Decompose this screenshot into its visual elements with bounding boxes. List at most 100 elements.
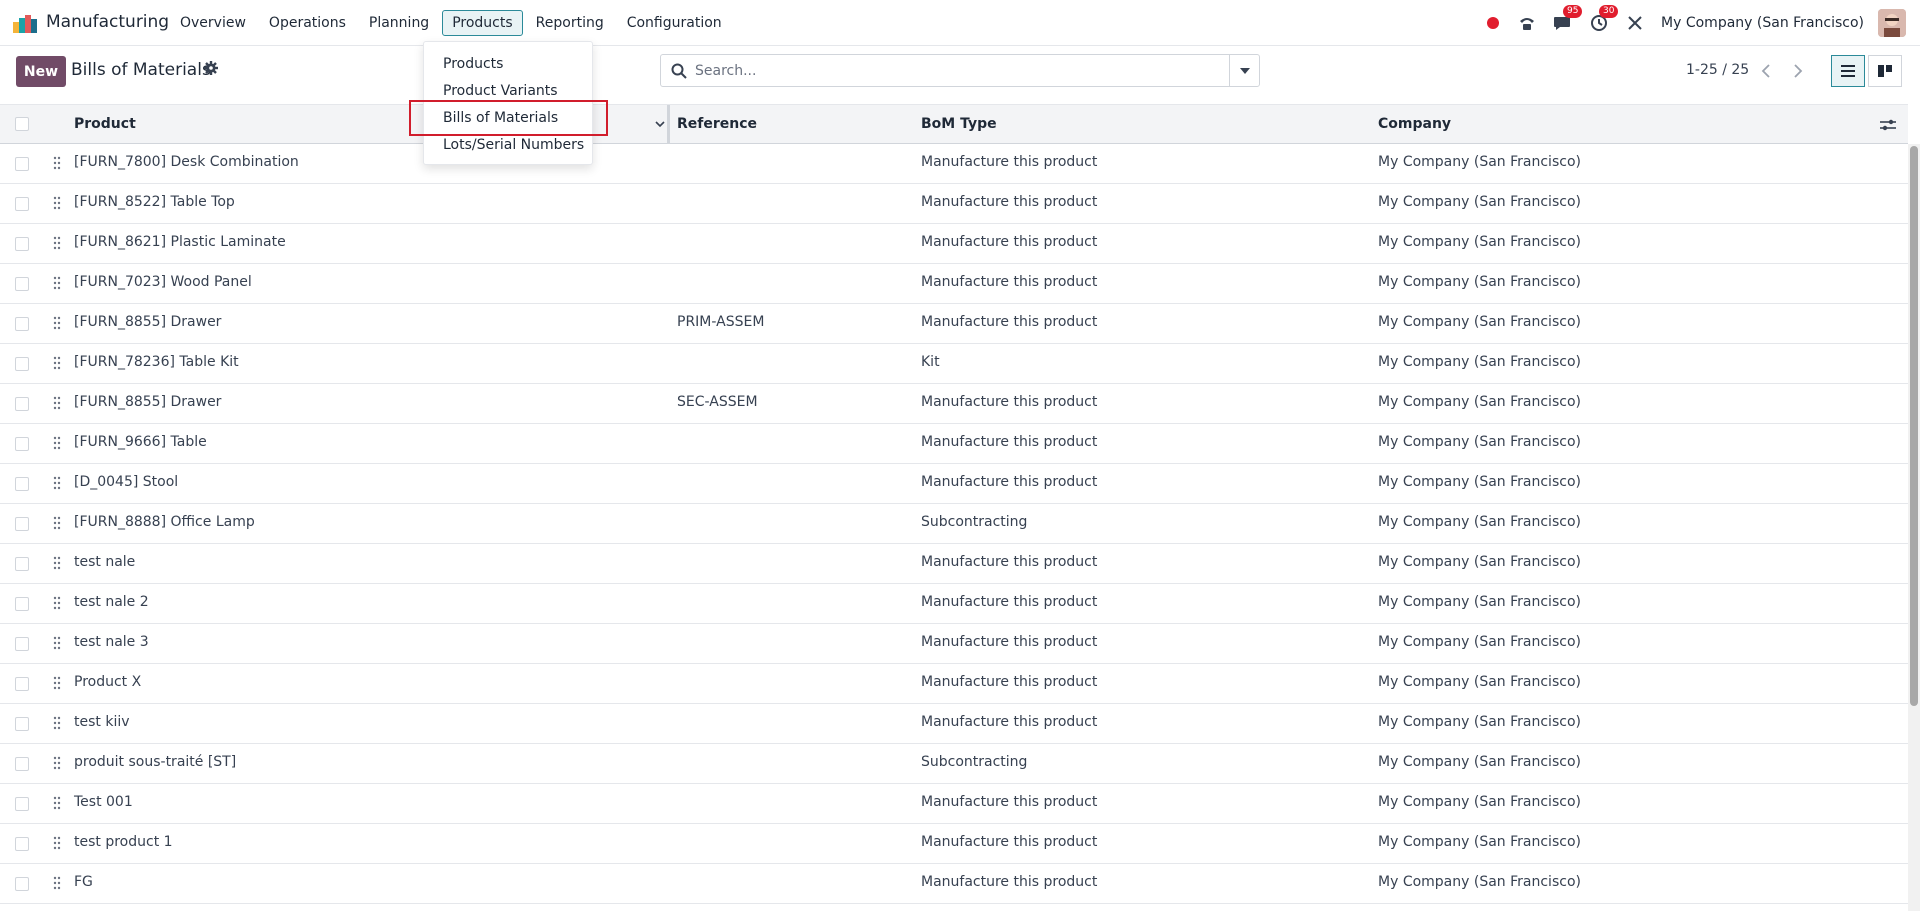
row-checkbox[interactable]	[15, 797, 29, 811]
activities-clock-icon[interactable]: 30	[1589, 5, 1619, 33]
table-row[interactable]: Product X Manufacture this product My Comp…	[0, 664, 1908, 704]
row-checkbox[interactable]	[15, 517, 29, 531]
drag-handle-icon[interactable]	[52, 836, 62, 850]
table-row[interactable]: Test 001 Manufacture this product My Compa…	[0, 784, 1908, 824]
table-row[interactable]: test product 1 Manufacture this product My…	[0, 824, 1908, 864]
drag-handle-icon[interactable]	[52, 436, 62, 450]
drag-handle-icon[interactable]	[52, 676, 62, 690]
drag-handle-icon[interactable]	[52, 596, 62, 610]
row-checkbox[interactable]	[15, 597, 29, 611]
new-button[interactable]: New	[16, 56, 66, 87]
column-header-product[interactable]: Product	[74, 116, 136, 132]
menu-overview[interactable]: Overview	[170, 10, 256, 36]
manufacturing-app-icon[interactable]	[12, 12, 38, 34]
column-resize-handle[interactable]	[667, 105, 670, 145]
pager-value[interactable]: 1-25 / 25	[1686, 62, 1749, 78]
drag-handle-icon[interactable]	[52, 196, 62, 210]
drag-handle-icon[interactable]	[52, 396, 62, 410]
table-row[interactable]: test kiiv Manufacture this product My Comp…	[0, 704, 1908, 744]
column-header-bom-type[interactable]: BoM Type	[921, 116, 997, 132]
column-header-company[interactable]: Company	[1378, 116, 1451, 132]
row-checkbox[interactable]	[15, 397, 29, 411]
drag-handle-icon[interactable]	[52, 236, 62, 250]
table-row[interactable]: [D_0045] Stool Manufacture this product My…	[0, 464, 1908, 504]
table-row[interactable]: test nale 2 Manufacture this product My Co…	[0, 584, 1908, 624]
select-all-checkbox[interactable]	[15, 117, 29, 131]
table-row[interactable]: test nale 3 Manufacture this product My Co…	[0, 624, 1908, 664]
table-row[interactable]: [FURN_78236] Table Kit Kit My Company (San…	[0, 344, 1908, 384]
row-checkbox[interactable]	[15, 477, 29, 491]
row-checkbox[interactable]	[15, 197, 29, 211]
row-checkbox[interactable]	[15, 837, 29, 851]
recording-indicator-icon[interactable]	[1487, 17, 1500, 29]
cell-company: My Company (San Francisco)	[1378, 194, 1581, 210]
pager-next-button[interactable]	[1783, 56, 1813, 86]
table-row[interactable]: test nale Manufacture this product My Comp…	[0, 544, 1908, 584]
vertical-scrollbar[interactable]	[1908, 144, 1920, 911]
cell-bom-type: Manufacture this product	[921, 194, 1098, 210]
menu-products[interactable]: Products	[442, 10, 523, 36]
table-row[interactable]: [FURN_8855] Drawer SEC-ASSEM Manufacture t…	[0, 384, 1908, 424]
user-avatar[interactable]	[1878, 9, 1906, 37]
column-header-reference[interactable]: Reference	[677, 116, 757, 132]
row-checkbox[interactable]	[15, 277, 29, 291]
dropdown-item-products[interactable]: Products	[424, 50, 592, 77]
row-checkbox[interactable]	[15, 877, 29, 891]
cell-product: produit sous-traité [ST]	[74, 754, 237, 770]
phone-icon[interactable]	[1517, 13, 1537, 33]
drag-handle-icon[interactable]	[52, 756, 62, 770]
cell-company: My Company (San Francisco)	[1378, 514, 1581, 530]
optional-columns-icon[interactable]	[1880, 118, 1896, 132]
drag-handle-icon[interactable]	[52, 716, 62, 730]
kanban-view-button[interactable]	[1868, 55, 1902, 87]
table-row[interactable]: [FURN_7023] Wood Panel Manufacture this p…	[0, 264, 1908, 304]
drag-handle-icon[interactable]	[52, 556, 62, 570]
search-options-toggle[interactable]	[1229, 55, 1259, 86]
list-view-icon	[1841, 65, 1855, 77]
table-row[interactable]: [FURN_7800] Desk Combination Manufacture …	[0, 144, 1908, 184]
row-checkbox[interactable]	[15, 237, 29, 251]
drag-handle-icon[interactable]	[52, 356, 62, 370]
menu-operations[interactable]: Operations	[259, 10, 356, 36]
table-row[interactable]: [FURN_8522] Table Top Manufacture this pr…	[0, 184, 1908, 224]
drag-handle-icon[interactable]	[52, 876, 62, 890]
menu-configuration[interactable]: Configuration	[617, 10, 732, 36]
messages-icon[interactable]: 95	[1553, 5, 1583, 33]
row-checkbox[interactable]	[15, 557, 29, 571]
app-name[interactable]: Manufacturing	[46, 12, 169, 32]
row-checkbox[interactable]	[15, 637, 29, 651]
row-checkbox[interactable]	[15, 157, 29, 171]
table-row[interactable]: produit sous-traité [ST] Subcontracting My…	[0, 744, 1908, 784]
drag-handle-icon[interactable]	[52, 156, 62, 170]
cell-bom-type: Manufacture this product	[921, 634, 1098, 650]
cell-product: [D_0045] Stool	[74, 474, 179, 490]
drag-handle-icon[interactable]	[52, 636, 62, 650]
company-switcher[interactable]: My Company (San Francisco)	[1661, 15, 1864, 31]
row-checkbox[interactable]	[15, 437, 29, 451]
row-checkbox[interactable]	[15, 677, 29, 691]
menu-planning[interactable]: Planning	[359, 10, 439, 36]
table-row[interactable]: [FURN_9666] Table Manufacture this produc…	[0, 424, 1908, 464]
tools-icon[interactable]	[1625, 13, 1645, 33]
drag-handle-icon[interactable]	[52, 316, 62, 330]
gear-icon[interactable]	[204, 61, 218, 75]
row-checkbox[interactable]	[15, 317, 29, 331]
drag-handle-icon[interactable]	[52, 796, 62, 810]
row-checkbox[interactable]	[15, 717, 29, 731]
drag-handle-icon[interactable]	[52, 476, 62, 490]
drag-handle-icon[interactable]	[52, 276, 62, 290]
page-title: Bills of Materials	[71, 60, 211, 80]
list-view-button[interactable]	[1831, 55, 1865, 87]
table-row[interactable]: [FURN_8621] Plastic Laminate Manufacture …	[0, 224, 1908, 264]
menu-reporting[interactable]: Reporting	[526, 10, 614, 36]
pager-previous-button[interactable]	[1751, 56, 1781, 86]
sort-chevron-down-icon[interactable]	[655, 121, 665, 128]
row-checkbox[interactable]	[15, 757, 29, 771]
row-checkbox[interactable]	[15, 357, 29, 371]
scrollbar-thumb[interactable]	[1910, 146, 1918, 706]
table-row[interactable]: [FURN_8888] Office Lamp Subcontracting My …	[0, 504, 1908, 544]
search-input[interactable]	[695, 62, 1229, 79]
drag-handle-icon[interactable]	[52, 516, 62, 530]
table-row[interactable]: FG Manufacture this product My Company (Sa…	[0, 864, 1908, 904]
table-row[interactable]: [FURN_8855] Drawer PRIM-ASSEM Manufacture …	[0, 304, 1908, 344]
